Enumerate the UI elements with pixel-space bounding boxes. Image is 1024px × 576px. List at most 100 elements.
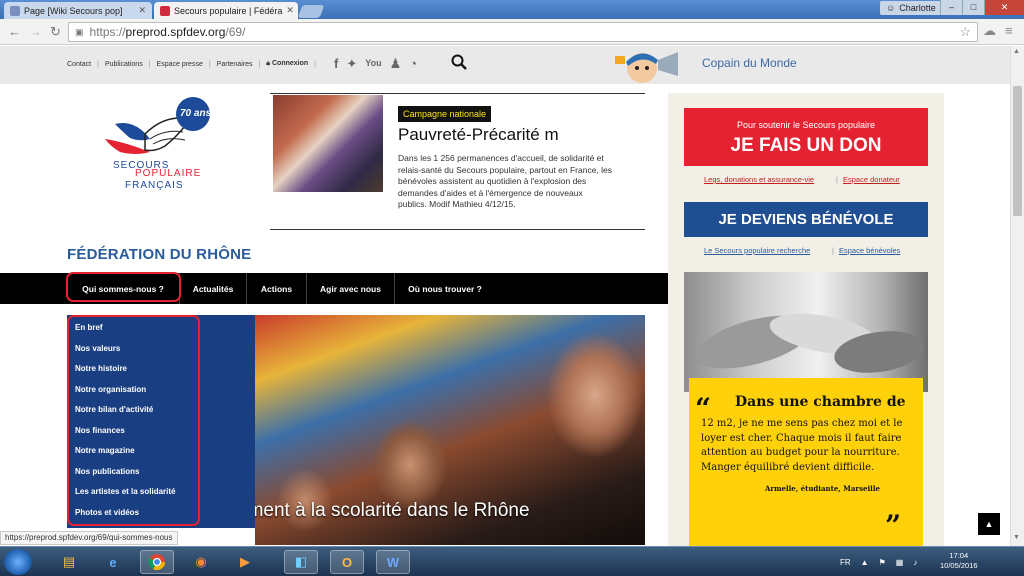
flag-icon[interactable]: ⚑: [879, 558, 886, 567]
scrollbar-thumb[interactable]: [1013, 86, 1022, 216]
highlight-circle-dropdown: [67, 315, 200, 526]
close-tab-icon[interactable]: ✕: [286, 5, 294, 16]
hands-photo: [684, 272, 928, 392]
nav-agir-avec-nous[interactable]: Agir avec nous: [307, 273, 395, 304]
bookmark-star-icon[interactable]: ☆: [959, 24, 971, 40]
tab-title: Page [Wiki Secours pop]: [24, 5, 123, 16]
browser-tab-bar: Page [Wiki Secours pop] ✕ Secours popula…: [0, 0, 1024, 19]
hands-illustration-icon: [695, 313, 924, 373]
federation-title: FÉDÉRATION DU RHÔNE: [67, 246, 252, 263]
clock-date: 10/05/2016: [940, 561, 978, 570]
quote-title: Dans une chambre de: [735, 394, 906, 410]
system-tray: FR ▲ ⚑ ▦ ♪: [840, 547, 917, 576]
contact-link[interactable]: Contact: [67, 61, 91, 68]
maximize-icon[interactable]: □: [962, 0, 984, 15]
tray-expand-icon[interactable]: ▲: [861, 558, 869, 567]
legs-donations-link[interactable]: Legs, donations et assurance-vie: [704, 175, 814, 184]
volunteer-button[interactable]: JE DEVIENS BÉNÉVOLE: [684, 202, 928, 237]
url-text: https://preprod.spfdev.org/69/: [89, 25, 246, 39]
address-bar[interactable]: ▣ https://preprod.spfdev.org/69/ ☆: [68, 22, 978, 42]
scroll-to-top-button[interactable]: ▲: [978, 513, 1000, 535]
highlight-circle-nav: [66, 272, 181, 302]
person-icon[interactable]: ♟: [390, 56, 402, 72]
spf-favicon-icon: [160, 5, 170, 16]
espace-presse-link[interactable]: Espace presse: [157, 61, 203, 68]
close-tab-icon[interactable]: ✕: [138, 5, 146, 16]
language-indicator[interactable]: FR: [840, 558, 851, 567]
lync-icon[interactable]: ◧: [284, 550, 318, 574]
social-links: f ✦ You ♟ ◔: [334, 56, 417, 72]
start-button[interactable]: [4, 549, 32, 575]
logo-text-populaire: POPULAIRE: [135, 168, 202, 179]
search-icon[interactable]: [451, 54, 467, 70]
rss-icon[interactable]: ◔: [409, 56, 417, 72]
user-icon: ☺: [886, 3, 896, 13]
lock-icon: 🔒︎: [266, 60, 271, 67]
browser-toolbar: ← → ↻ ▣ https://preprod.spfdev.org/69/ ☆…: [0, 19, 1024, 45]
media-player-icon[interactable]: ▶: [228, 550, 262, 574]
forward-arrow-icon[interactable]: →: [29, 24, 42, 39]
clock-time: 17:04: [949, 551, 969, 560]
feature-top-rule: [270, 93, 645, 94]
scroll-up-icon[interactable]: ▲: [1013, 48, 1020, 55]
campaign-badge: Campagne nationale: [398, 106, 492, 122]
status-bar-url: https://preprod.spfdev.org/69/qui-sommes…: [0, 531, 178, 545]
file-explorer-icon[interactable]: ▤: [52, 550, 86, 574]
spf-recherche-link[interactable]: Le Secours populaire recherche: [704, 246, 810, 255]
firefox-icon[interactable]: ◉: [184, 550, 218, 574]
connexion-link[interactable]: 🔒︎ Connexion: [266, 60, 308, 68]
nav-ou-nous-trouver[interactable]: Où nous trouver ?: [395, 273, 495, 304]
link-separator: |: [836, 175, 838, 184]
quote-author: Armelle, étudiante, Marseille: [765, 484, 880, 493]
menu-icon[interactable]: ≡: [1005, 23, 1013, 38]
publications-link[interactable]: Publications: [105, 61, 143, 68]
close-quote-icon: ”: [885, 509, 902, 542]
feature-title-link[interactable]: Pauvreté-Précarité m: [398, 125, 559, 145]
espace-donateur-link[interactable]: Espace donateur: [843, 175, 900, 184]
utility-bar: Contact | Publications | Espace presse | Pa…: [0, 46, 1010, 84]
copain-du-monde-link[interactable]: Copain du Monde: [702, 56, 797, 70]
twitter-icon[interactable]: ✦: [346, 56, 357, 72]
logo-text-francais: FRANÇAIS: [125, 180, 184, 191]
word-icon[interactable]: W: [376, 550, 410, 574]
new-tab-button[interactable]: [297, 5, 325, 18]
donate-button[interactable]: Pour soutenir le Secours populaire JE FA…: [684, 108, 928, 166]
feature-bottom-rule: [270, 229, 645, 230]
close-window-icon[interactable]: ✕: [984, 0, 1024, 15]
anniversary-badge: 70 ans: [180, 108, 212, 119]
quote-body: 12 m2, je ne me sens pas chez moi et le …: [701, 418, 903, 473]
page-info-icon[interactable]: ▣: [75, 27, 84, 38]
nav-actions[interactable]: Actions: [247, 273, 307, 304]
hero-caption[interactable]: ement à la scolarité dans le Rhône: [237, 500, 530, 522]
copain-du-monde-mascot-icon[interactable]: [612, 46, 692, 84]
browser-tab-secours[interactable]: Secours populaire | Fédéra ✕: [154, 2, 298, 19]
minimize-icon[interactable]: –: [940, 0, 962, 15]
extension-icon[interactable]: ☁: [983, 23, 996, 39]
testimonial-quote: “ Dans une chambre de 12 m2, je ne me se…: [689, 378, 923, 548]
taskbar-clock[interactable]: 17:04 10/05/2016: [940, 551, 978, 571]
browser-tab-wiki[interactable]: Page [Wiki Secours pop] ✕: [4, 2, 152, 19]
window-controls: – □ ✕: [940, 0, 1024, 15]
feature-image[interactable]: [273, 95, 383, 192]
donate-label: JE FAIS UN DON: [730, 135, 882, 156]
browser-user-button[interactable]: ☺ Charlotte: [880, 1, 942, 15]
windows-taskbar: ▤ e ◉ ▶ ◧ O W FR ▲ ⚑ ▦ ♪ 17:04 10/05/201…: [0, 546, 1024, 576]
youtube-icon[interactable]: You: [365, 56, 381, 72]
donate-subtitle: Pour soutenir le Secours populaire: [736, 120, 876, 130]
partenaires-link[interactable]: Partenaires: [217, 61, 253, 68]
volume-icon[interactable]: ♪: [913, 558, 917, 567]
page-scrollbar[interactable]: ▲ ▼: [1010, 46, 1024, 546]
internet-explorer-icon[interactable]: e: [96, 550, 130, 574]
facebook-icon[interactable]: f: [334, 56, 338, 72]
page-favicon-icon: [10, 5, 20, 16]
network-icon[interactable]: ▦: [896, 558, 904, 567]
chrome-icon[interactable]: [140, 550, 174, 574]
back-arrow-icon[interactable]: ←: [8, 24, 21, 39]
espace-benevoles-link[interactable]: Espace bénévoles: [839, 246, 900, 255]
utility-links: Contact | Publications | Espace presse | Pa…: [67, 60, 316, 68]
reload-icon[interactable]: ↻: [50, 24, 61, 40]
spf-logo[interactable]: 70 ans SECOURS POPULAIRE FRANÇAIS: [95, 94, 215, 204]
scroll-down-icon[interactable]: ▼: [1013, 534, 1020, 541]
nav-actualites[interactable]: Actualités: [180, 273, 247, 304]
outlook-icon[interactable]: O: [330, 550, 364, 574]
